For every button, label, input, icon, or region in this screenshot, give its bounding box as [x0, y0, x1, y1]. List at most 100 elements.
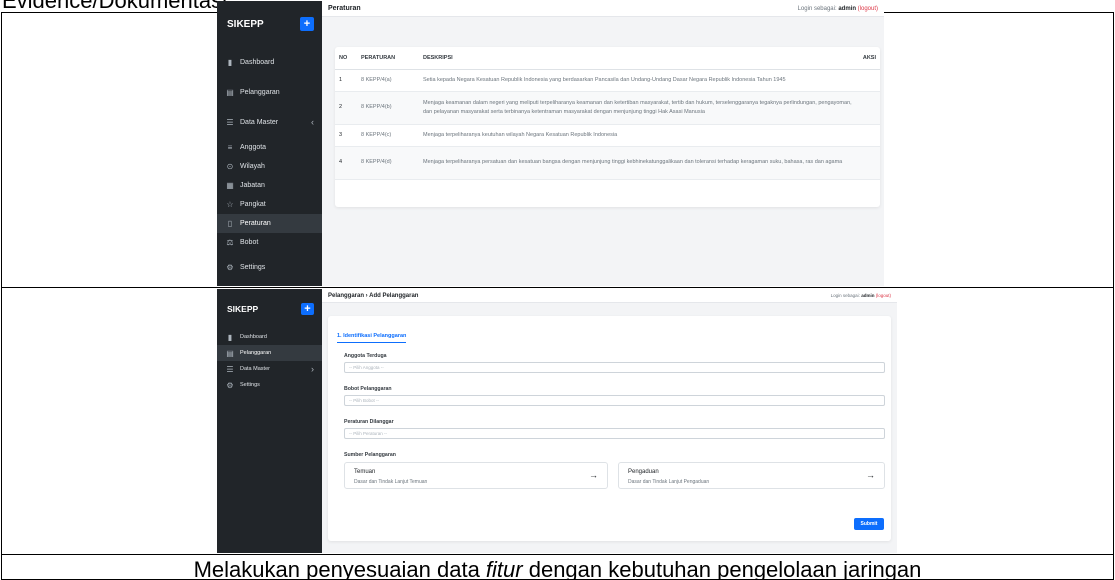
users-icon: ≡ — [227, 142, 233, 152]
cell-no: 3 — [335, 124, 357, 147]
peraturan-table: NO PERATURAN DESKRIPSI AKSI 18 KEPP/4(a)… — [335, 47, 880, 180]
caption: Melakukan penyesuaian data fitur dengan … — [2, 559, 1113, 580]
chevron-icon: ‹ — [311, 117, 314, 127]
caption-text-2: dengan kebutuhan pengelolaan jaringan — [522, 557, 922, 580]
login-info: Login sebagai: admin (logout) — [831, 293, 891, 298]
sidebar-item-dashboard[interactable]: ▮ Dashboard — [217, 329, 322, 345]
main-content: Pelanggaran › Add Pelanggaran Login seba… — [322, 289, 897, 553]
gear-icon: ⚙ — [226, 262, 234, 272]
option-temuan[interactable]: Temuan Dasar dan Tindak Lanjut Temuan → — [344, 462, 608, 489]
option-pengaduan[interactable]: Pengaduan Dasar dan Tindak Lanjut Pengad… — [618, 462, 885, 489]
clipboard-icon: ▯ — [227, 219, 233, 228]
add-pelanggaran-form: 1. Identifikasi Pelanggaran Anggota Terd… — [328, 316, 891, 541]
logout-link[interactable]: (logout) — [858, 6, 878, 12]
cell-code: 8 KEPP/4(c) — [357, 124, 419, 147]
topbar: Pelanggaran › Add Pelanggaran Login seba… — [322, 289, 897, 303]
row-divider — [2, 554, 1113, 555]
col-aksi: AKSI — [858, 47, 880, 70]
sidebar: SIKEPP + ▮ Dashboard ▤ Pelanggaran ☰ Data Mas… — [217, 1, 322, 286]
cell-aksi — [858, 146, 880, 180]
breadcrumb: Pelanggaran › Add Pelanggaran — [328, 292, 419, 299]
sidebar-item-pelanggaran[interactable]: ▤ Pelanggaran — [217, 77, 322, 107]
cell-no: 4 — [335, 146, 357, 180]
sidebar-item-label: Data Master — [240, 366, 270, 372]
scale-icon: ⚖ — [226, 238, 234, 247]
sumber-label: Sumber Pelanggaran — [344, 452, 396, 458]
submit-button[interactable]: Submit — [854, 518, 884, 530]
sidebar-item-label: Pangkat — [240, 201, 266, 208]
col-no: NO — [335, 47, 357, 70]
cell-desc: Menjaga terpeliharanya keutuhan wilayah … — [419, 124, 859, 147]
arrow-right-icon: → — [589, 470, 598, 480]
sidebar-item-label: Peraturan — [240, 220, 271, 227]
table-header-row: NO PERATURAN DESKRIPSI AKSI — [335, 47, 880, 70]
anggota-label: Anggota Terduga — [344, 353, 387, 359]
sidebar-item-wilayah[interactable]: ⊙ Wilayah — [217, 157, 322, 176]
screenshot-peraturan: SIKEPP + ▮ Dashboard ▤ Pelanggaran ☰ Data Mas… — [217, 1, 884, 286]
cell-aksi — [858, 124, 880, 147]
topbar: Peraturan Login sebagai: admin (logout) — [322, 1, 884, 17]
gear-icon: ⚙ — [226, 380, 234, 390]
cell-desc: Menjaga keamanan dalam negeri yang melip… — [419, 91, 859, 125]
tab-identifikasi[interactable]: 1. Identifikasi Pelanggaran — [337, 333, 407, 343]
sidebar-item-jabatan[interactable]: ▦ Jabatan — [217, 176, 322, 195]
sidebar-item-anggota[interactable]: ≡ Anggota — [217, 137, 322, 157]
sidebar-item-data-master[interactable]: ☰ Data Master › — [217, 361, 322, 377]
sidebar-item-data-master[interactable]: ☰ Data Master ‹ — [217, 107, 322, 137]
sidebar-item-bobot[interactable]: ⚖ Bobot — [217, 233, 322, 252]
table-row: 38 KEPP/4(c) Menjaga terpeliharanya keutu… — [335, 124, 880, 147]
sidebar-item-settings[interactable]: ⚙ Settings — [217, 377, 322, 393]
add-icon[interactable]: + — [300, 17, 314, 31]
login-prefix: Login sebagai: — [830, 293, 860, 298]
grid-icon: ▦ — [226, 181, 234, 190]
col-peraturan: PERATURAN — [357, 47, 419, 70]
cell-aksi — [858, 69, 880, 92]
bobot-select[interactable]: -- Pilih Bobot -- — [344, 395, 885, 406]
sidebar-item-dashboard[interactable]: ▮ Dashboard — [217, 47, 322, 77]
row-divider — [2, 287, 1113, 288]
document-icon: ▤ — [226, 348, 234, 358]
chevron-icon: › — [311, 364, 314, 374]
sidebar-item-pangkat[interactable]: ☆ Pangkat — [217, 195, 322, 214]
sidebar-item-peraturan[interactable]: ▯ Peraturan — [217, 214, 322, 233]
arrow-right-icon: → — [866, 470, 875, 480]
sidebar-item-label: Settings — [240, 382, 260, 388]
cell-code: 8 KEPP/4(a) — [357, 69, 419, 92]
peraturan-label: Peraturan Dilanggar — [344, 419, 394, 425]
screenshot-add-pelanggaran: SIKEPP + ▮ Dashboard ▤ Pelanggaran ☰ Data Mas… — [217, 289, 897, 553]
sidebar-item-label: Anggota — [240, 143, 267, 151]
anggota-select[interactable]: -- Pilih Anggota -- — [344, 362, 885, 373]
login-info: Login sebagai: admin (logout) — [798, 6, 878, 12]
cell-desc: Menjaga terpeliharanya persatuan dan kes… — [419, 146, 859, 180]
bobot-label: Bobot Pelanggaran — [344, 386, 392, 392]
table-row: 28 KEPP/4(b) Menjaga keamanan dalam neger… — [335, 91, 880, 125]
list-icon: ☰ — [226, 364, 234, 374]
option-desc: Dasar dan Tindak Lanjut Pengaduan — [628, 479, 710, 485]
add-icon[interactable]: + — [301, 303, 314, 315]
cell-desc: Setia kepada Negara Kesatuan Republik In… — [419, 69, 859, 92]
logout-link[interactable]: (logout) — [876, 293, 891, 298]
cell-code: 8 KEPP/4(b) — [357, 91, 419, 125]
caption-emphasis: fitur — [485, 557, 523, 580]
table-row: 48 KEPP/4(d) Menjaga terpeliharanya persa… — [335, 146, 880, 180]
sidebar-item-pelanggaran[interactable]: ▤ Pelanggaran — [217, 345, 322, 361]
sidebar-item-label: Jabatan — [240, 182, 265, 189]
peraturan-select[interactable]: -- Pilih Peraturan -- — [344, 428, 885, 439]
cell-no: 2 — [335, 91, 357, 125]
sidebar-item-label: Settings — [240, 263, 266, 271]
location-icon: ⊙ — [226, 162, 234, 171]
sidebar-item-label: Dashboard — [240, 58, 275, 66]
main-content: Peraturan Login sebagai: admin (logout) … — [322, 1, 884, 286]
sidebar-item-label: Pelanggaran — [240, 88, 280, 96]
list-icon: ☰ — [226, 117, 234, 127]
option-title: Temuan — [354, 469, 376, 475]
sidebar-item-settings[interactable]: ⚙ Settings — [217, 252, 322, 282]
sidebar-brand: SIKEPP + — [217, 1, 322, 47]
option-title: Pengaduan — [628, 469, 659, 475]
sidebar-item-label: Wilayah — [240, 163, 265, 170]
login-user: admin — [838, 5, 856, 12]
col-deskripsi: DESKRIPSI — [419, 47, 859, 70]
document-icon: ▤ — [226, 87, 234, 97]
evidence-heading: Evidence/Dokumentasi : — [2, 0, 240, 13]
brand-logo-text: SIKEPP — [227, 304, 259, 314]
